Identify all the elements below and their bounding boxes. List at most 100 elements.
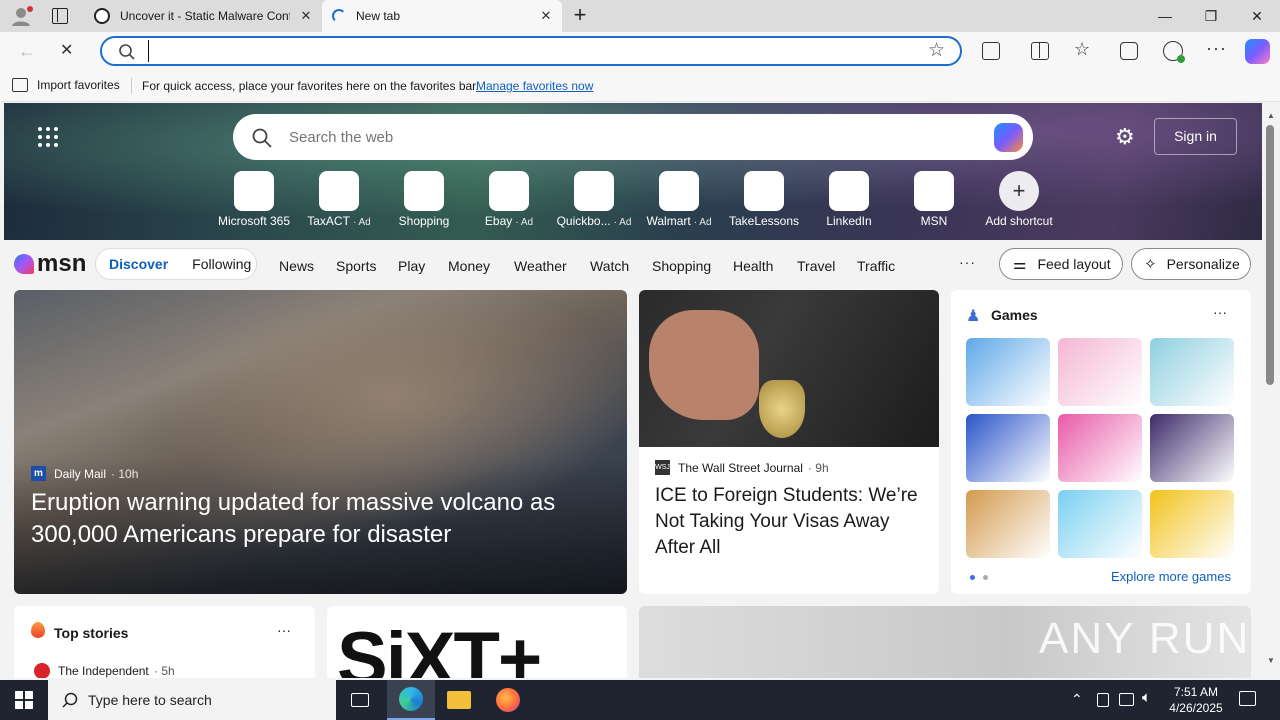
firefox-button[interactable] bbox=[484, 680, 532, 720]
minimize-button[interactable]: — bbox=[1142, 0, 1188, 32]
personalize-button[interactable]: ✧ Personalize bbox=[1131, 248, 1251, 280]
game-tile[interactable] bbox=[1058, 414, 1142, 482]
start-button[interactable] bbox=[0, 680, 48, 720]
address-input[interactable] bbox=[148, 40, 908, 62]
quick-link[interactable]: TaxACT · Ad bbox=[294, 171, 384, 228]
carousel-dot[interactable] bbox=[983, 575, 988, 580]
quick-link[interactable]: Ebay · Ad bbox=[464, 171, 554, 228]
quick-link[interactable]: Microsoft 365 bbox=[209, 171, 299, 228]
side-story-card[interactable]: WSJ The Wall Street Journal · 9h ICE to … bbox=[639, 290, 939, 594]
edge-taskbar-button[interactable] bbox=[387, 680, 435, 720]
back-button[interactable]: ← bbox=[18, 41, 38, 61]
split-screen-icon[interactable] bbox=[1031, 42, 1049, 60]
game-tile[interactable] bbox=[966, 338, 1050, 406]
nav-link[interactable]: Shopping bbox=[652, 258, 711, 274]
collections-icon[interactable] bbox=[1120, 42, 1138, 60]
browser-essentials-icon[interactable] bbox=[1163, 41, 1185, 63]
new-tab-button[interactable]: + bbox=[568, 3, 592, 27]
game-tile[interactable] bbox=[1058, 490, 1142, 558]
top-stories-more-button[interactable]: ··· bbox=[277, 622, 291, 638]
sign-in-button[interactable]: Sign in bbox=[1154, 118, 1237, 155]
scroll-down-icon[interactable]: ▼ bbox=[1267, 656, 1275, 665]
game-tile[interactable] bbox=[966, 414, 1050, 482]
file-explorer-button[interactable] bbox=[435, 680, 483, 720]
clock[interactable]: 7:51 AM 4/26/2025 bbox=[1162, 684, 1230, 716]
tray-app-icon[interactable] bbox=[1097, 693, 1109, 707]
scrollbar[interactable]: ▲ ▼ bbox=[1262, 103, 1280, 678]
explore-more-games-link[interactable]: Explore more games bbox=[1111, 569, 1231, 584]
firefox-icon bbox=[496, 688, 520, 712]
nav-link[interactable]: Travel bbox=[797, 258, 835, 274]
web-search-input[interactable] bbox=[289, 126, 929, 148]
story-headline[interactable]: Eruption warning updated for massive vol… bbox=[31, 487, 591, 551]
story-source-name: The Independent bbox=[58, 664, 149, 678]
tab-actions-icon[interactable] bbox=[52, 8, 68, 24]
source-name: The Wall Street Journal bbox=[678, 460, 803, 475]
hero-story-card[interactable]: m Daily Mail · 10h Eruption warning upda… bbox=[14, 290, 627, 594]
quick-link[interactable]: Quickbo... · Ad bbox=[549, 171, 639, 228]
games-more-button[interactable]: ··· bbox=[1213, 304, 1227, 320]
nav-link[interactable]: Money bbox=[448, 258, 490, 274]
scroll-thumb[interactable] bbox=[1266, 125, 1274, 385]
restore-button[interactable]: ❐ bbox=[1188, 0, 1234, 32]
tab-following[interactable]: Following bbox=[192, 256, 251, 272]
feed-layout-button[interactable]: ⚌ Feed layout bbox=[999, 248, 1123, 280]
web-search-box[interactable] bbox=[233, 114, 1033, 160]
tab-uncover-it[interactable]: Uncover it - Static Malware Confi ✕ bbox=[84, 0, 322, 32]
quick-link[interactable]: MSN bbox=[889, 171, 979, 228]
apps-launcher-icon[interactable] bbox=[38, 127, 58, 147]
game-tile[interactable] bbox=[966, 490, 1050, 558]
story-headline[interactable]: ICE to Foreign Students: We’re Not Takin… bbox=[655, 483, 925, 561]
favorites-icon[interactable]: ☆ bbox=[1074, 39, 1090, 60]
taskbar-search-box[interactable]: Type here to search bbox=[48, 680, 336, 720]
game-tile[interactable] bbox=[1150, 338, 1234, 406]
nav-link[interactable]: Traffic bbox=[857, 258, 895, 274]
extensions-icon[interactable] bbox=[982, 42, 1000, 60]
nav-link[interactable]: Weather bbox=[514, 258, 567, 274]
quick-link-icon bbox=[659, 171, 699, 211]
copilot-icon[interactable] bbox=[1245, 39, 1270, 64]
add-shortcut-button[interactable]: + Add shortcut bbox=[974, 171, 1064, 228]
stop-button[interactable]: ✕ bbox=[60, 41, 80, 61]
tab-favicon-icon bbox=[94, 8, 110, 24]
address-bar[interactable]: ☆ bbox=[100, 36, 962, 66]
nav-link[interactable]: Play bbox=[398, 258, 425, 274]
close-window-button[interactable]: ✕ bbox=[1234, 0, 1280, 32]
favorite-star-icon[interactable]: ☆ bbox=[928, 39, 945, 62]
story-card[interactable]: ANY RUN bbox=[639, 606, 1251, 678]
quick-link-icon bbox=[319, 171, 359, 211]
carousel-dot-active[interactable] bbox=[970, 575, 975, 580]
notifications-icon[interactable] bbox=[1239, 691, 1256, 706]
show-hidden-icons-icon[interactable]: ⌃ bbox=[1071, 691, 1083, 708]
tab-discover[interactable]: Discover bbox=[109, 256, 168, 272]
copilot-icon[interactable] bbox=[994, 123, 1023, 152]
quick-link[interactable]: TakeLessons bbox=[719, 171, 809, 228]
settings-more-icon[interactable]: ··· bbox=[1206, 38, 1227, 59]
discover-following-toggle: Discover Following bbox=[95, 248, 257, 280]
feed-layout-label: Feed layout bbox=[1037, 256, 1111, 272]
game-tile[interactable] bbox=[1150, 490, 1234, 558]
manage-favorites-link[interactable]: Manage favorites now bbox=[476, 79, 593, 93]
import-favorites-button[interactable]: Import favorites bbox=[12, 78, 120, 92]
msn-logo[interactable]: msn bbox=[14, 250, 86, 278]
nav-link[interactable]: Watch bbox=[590, 258, 629, 274]
quick-link[interactable]: Shopping bbox=[379, 171, 469, 228]
game-tile[interactable] bbox=[1058, 338, 1142, 406]
nav-link[interactable]: Health bbox=[733, 258, 773, 274]
task-view-button[interactable] bbox=[336, 680, 384, 720]
more-categories-button[interactable]: ··· bbox=[959, 254, 976, 270]
scroll-up-icon[interactable]: ▲ bbox=[1267, 111, 1275, 120]
settings-gear-icon[interactable]: ⚙ bbox=[1115, 124, 1135, 150]
game-tile[interactable] bbox=[1150, 414, 1234, 482]
volume-icon[interactable]: 🔈︎ bbox=[1142, 689, 1151, 706]
network-icon[interactable] bbox=[1119, 693, 1134, 706]
nav-link[interactable]: Sports bbox=[336, 258, 376, 274]
close-tab-icon[interactable]: ✕ bbox=[298, 8, 314, 24]
nav-link[interactable]: News bbox=[279, 258, 314, 274]
tab-new-tab[interactable]: New tab ✕ bbox=[322, 0, 562, 32]
close-tab-icon[interactable]: ✕ bbox=[538, 8, 554, 24]
sixt-ad-card[interactable]: SiXT+ bbox=[327, 606, 627, 678]
quick-link[interactable]: LinkedIn bbox=[804, 171, 894, 228]
profile-button[interactable] bbox=[10, 5, 34, 27]
quick-link[interactable]: Walmart · Ad bbox=[634, 171, 724, 228]
